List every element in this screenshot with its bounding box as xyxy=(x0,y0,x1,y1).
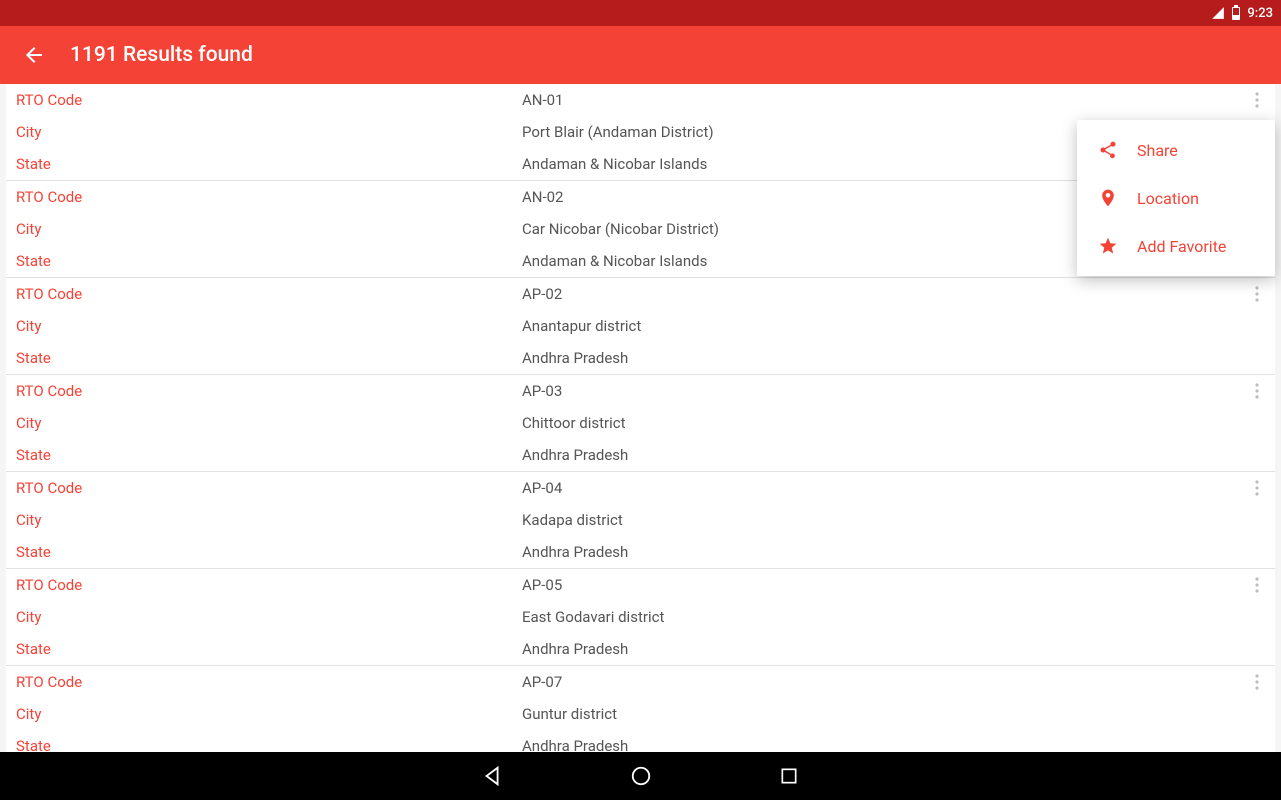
result-card[interactable]: RTO CodeAP-05CityEast Godavari districtS… xyxy=(6,569,1275,666)
rto-value: AP-07 xyxy=(522,670,1265,694)
menu-location[interactable]: Location xyxy=(1077,174,1275,222)
share-icon xyxy=(1095,137,1121,163)
rto-value: AP-04 xyxy=(522,476,1265,500)
result-row-state: StateAndhra Pradesh xyxy=(6,536,1275,568)
city-value: Kadapa district xyxy=(522,508,1265,532)
state-label: State xyxy=(16,443,522,467)
more-options-icon[interactable] xyxy=(1245,476,1269,500)
rto-value: AP-02 xyxy=(522,282,1265,306)
city-label: City xyxy=(16,411,522,435)
state-value: Andhra Pradesh xyxy=(522,443,1265,467)
nav-recent-button[interactable] xyxy=(775,762,803,790)
result-card[interactable]: RTO CodeAP-02CityAnantapur districtState… xyxy=(6,278,1275,375)
menu-location-label: Location xyxy=(1137,189,1199,208)
nav-home-button[interactable] xyxy=(627,762,655,790)
result-row-city: CityChittoor district xyxy=(6,407,1275,439)
result-row-rto: RTO CodeAP-04 xyxy=(6,472,1275,504)
result-row-city: CityEast Godavari district xyxy=(6,601,1275,633)
more-options-icon[interactable] xyxy=(1245,379,1269,403)
state-value: Andhra Pradesh xyxy=(522,540,1265,564)
state-label: State xyxy=(16,734,522,752)
app-bar: 1191 Results found xyxy=(0,26,1281,84)
battery-icon xyxy=(1231,5,1241,21)
result-row-city: CityAnantapur district xyxy=(6,310,1275,342)
status-time: 9:23 xyxy=(1247,6,1273,21)
city-label: City xyxy=(16,508,522,532)
context-menu: Share Location Add Favorite xyxy=(1077,120,1275,276)
result-row-rto: RTO CodeAN-01 xyxy=(6,84,1275,116)
rto-label: RTO Code xyxy=(16,282,522,306)
result-row-rto: RTO CodeAP-03 xyxy=(6,375,1275,407)
state-label: State xyxy=(16,540,522,564)
back-button[interactable] xyxy=(20,41,48,69)
menu-favorite-label: Add Favorite xyxy=(1137,237,1226,256)
state-label: State xyxy=(16,346,522,370)
screen: 9:23 1191 Results found RTO CodeAN-01Cit… xyxy=(0,0,1281,800)
state-value: Andhra Pradesh xyxy=(522,734,1265,752)
result-row-state: StateAndhra Pradesh xyxy=(6,342,1275,374)
city-label: City xyxy=(16,605,522,629)
city-value: Chittoor district xyxy=(522,411,1265,435)
nav-bar xyxy=(0,752,1281,800)
rto-value: AP-03 xyxy=(522,379,1265,403)
menu-favorite[interactable]: Add Favorite xyxy=(1077,222,1275,270)
result-card[interactable]: RTO CodeAP-04CityKadapa districtStateAnd… xyxy=(6,472,1275,569)
result-row-rto: RTO CodeAP-02 xyxy=(6,278,1275,310)
signal-icon xyxy=(1211,6,1225,20)
result-card[interactable]: RTO CodeAP-07CityGuntur districtStateAnd… xyxy=(6,666,1275,752)
menu-share-label: Share xyxy=(1137,141,1178,160)
state-label: State xyxy=(16,249,522,273)
city-label: City xyxy=(16,314,522,338)
more-options-icon[interactable] xyxy=(1245,573,1269,597)
state-label: State xyxy=(16,152,522,176)
rto-label: RTO Code xyxy=(16,88,522,112)
city-label: City xyxy=(16,120,522,144)
state-value: Andhra Pradesh xyxy=(522,637,1265,661)
result-row-city: CityKadapa district xyxy=(6,504,1275,536)
result-row-state: StateAndhra Pradesh xyxy=(6,439,1275,471)
result-row-state: StateAndhra Pradesh xyxy=(6,730,1275,752)
rto-label: RTO Code xyxy=(16,670,522,694)
city-value: Anantapur district xyxy=(522,314,1265,338)
result-row-rto: RTO CodeAP-05 xyxy=(6,569,1275,601)
location-icon xyxy=(1095,185,1121,211)
rto-label: RTO Code xyxy=(16,573,522,597)
result-row-rto: RTO CodeAP-07 xyxy=(6,666,1275,698)
more-options-icon[interactable] xyxy=(1245,670,1269,694)
rto-label: RTO Code xyxy=(16,379,522,403)
result-row-city: CityGuntur district xyxy=(6,698,1275,730)
status-bar: 9:23 xyxy=(0,0,1281,26)
more-options-icon[interactable] xyxy=(1245,282,1269,306)
star-icon xyxy=(1095,233,1121,259)
city-label: City xyxy=(16,217,522,241)
city-value: Guntur district xyxy=(522,702,1265,726)
nav-back-button[interactable] xyxy=(479,762,507,790)
rto-value: AN-01 xyxy=(522,88,1265,112)
rto-label: RTO Code xyxy=(16,185,522,209)
city-label: City xyxy=(16,702,522,726)
state-value: Andhra Pradesh xyxy=(522,346,1265,370)
page-title: 1191 Results found xyxy=(70,43,253,67)
menu-share[interactable]: Share xyxy=(1077,126,1275,174)
result-row-state: StateAndhra Pradesh xyxy=(6,633,1275,665)
rto-label: RTO Code xyxy=(16,476,522,500)
rto-value: AP-05 xyxy=(522,573,1265,597)
state-label: State xyxy=(16,637,522,661)
city-value: East Godavari district xyxy=(522,605,1265,629)
result-card[interactable]: RTO CodeAP-03CityChittoor districtStateA… xyxy=(6,375,1275,472)
more-options-icon[interactable] xyxy=(1245,88,1269,112)
